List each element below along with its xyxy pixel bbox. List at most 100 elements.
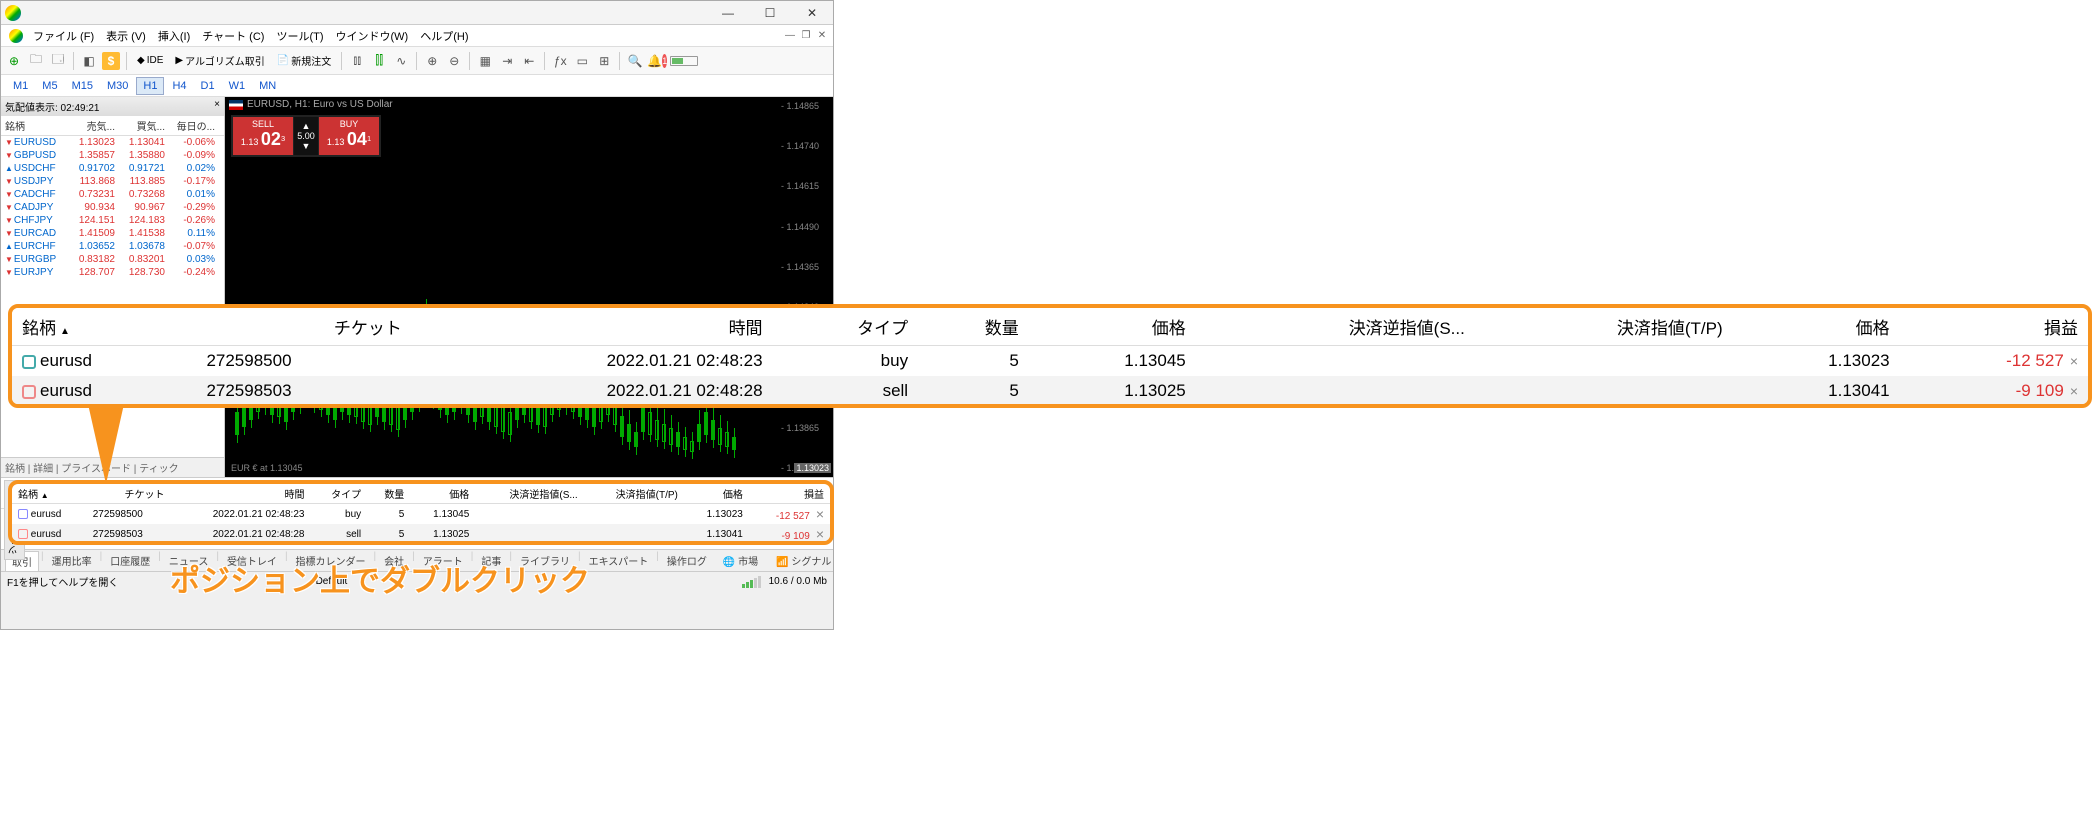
position-row[interactable]: eurusd2725985032022.01.21 02:48:28sell51… bbox=[12, 524, 830, 544]
menu-chart[interactable]: チャート (C) bbox=[196, 26, 270, 46]
positions-col-header[interactable]: 決済指値(T/P) bbox=[584, 484, 684, 504]
market-watch-close-icon[interactable]: × bbox=[214, 99, 220, 114]
tf-m1[interactable]: M1 bbox=[7, 78, 34, 94]
menu-file[interactable]: ファイル (F) bbox=[27, 26, 100, 46]
market-watch-row[interactable]: EURUSD1.130231.13041-0.06% bbox=[1, 136, 224, 149]
positions-col-header[interactable]: 損益 bbox=[1900, 308, 2088, 346]
tf-h1[interactable]: H1 bbox=[136, 77, 164, 95]
tf-m15[interactable]: M15 bbox=[66, 78, 99, 94]
positions-col-header[interactable]: 損益 bbox=[749, 484, 830, 504]
positions-col-header[interactable]: 数量 bbox=[918, 308, 1029, 346]
maximize-button[interactable]: ☐ bbox=[749, 1, 791, 25]
market-watch-row[interactable]: EURGBP0.831820.832010.03% bbox=[1, 253, 224, 266]
tf-mn[interactable]: MN bbox=[253, 78, 282, 94]
menu-help[interactable]: ヘルプ(H) bbox=[414, 26, 474, 46]
positions-col-header[interactable]: 時間 bbox=[170, 484, 310, 504]
mw-col-symbol[interactable]: 銘柄 bbox=[5, 118, 65, 133]
positions-col-header[interactable]: 数量 bbox=[367, 484, 410, 504]
search-icon[interactable]: 🔍 bbox=[626, 52, 644, 70]
close-position-icon[interactable]: × bbox=[816, 526, 824, 542]
positions-col-header[interactable]: チケット bbox=[87, 484, 171, 504]
buy-button[interactable]: BUY 1.13 041 bbox=[319, 117, 379, 155]
mw-col-ask[interactable]: 買気... bbox=[115, 118, 165, 133]
positions-col-header[interactable]: 価格 bbox=[684, 484, 749, 504]
zoom-out-icon[interactable]: ⊖ bbox=[445, 52, 463, 70]
terminal-tab-市場[interactable]: 🌐 市場 bbox=[717, 551, 764, 570]
positions-highlighted-box: 銘柄 ▲チケット時間タイプ数量価格決済逆指値(S...決済指値(T/P)価格損益… bbox=[8, 480, 834, 545]
folder-icon[interactable]: 🗀 bbox=[27, 52, 45, 70]
positions-col-header[interactable]: 決済逆指値(S... bbox=[1196, 308, 1475, 346]
dollar-icon[interactable]: $ bbox=[102, 52, 120, 70]
positions-col-header[interactable]: タイプ bbox=[310, 484, 367, 504]
positions-col-header[interactable]: 決済指値(T/P) bbox=[1475, 308, 1733, 346]
positions-col-header[interactable]: 銘柄 ▲ bbox=[12, 484, 87, 504]
templates-icon[interactable]: ▭ bbox=[573, 52, 591, 70]
market-watch-title: 気配値表示: 02:49:21 bbox=[5, 99, 99, 114]
market-watch-row[interactable]: EURJPY128.707128.730-0.24% bbox=[1, 266, 224, 279]
sell-button[interactable]: SELL 1.13 023 bbox=[233, 117, 293, 155]
positions-col-header[interactable]: 価格 bbox=[410, 484, 475, 504]
terminal-tab[interactable]: 口座履歴 bbox=[104, 551, 156, 571]
terminal-tab-シグナル[interactable]: 📶 シグナル bbox=[770, 551, 833, 570]
mw-col-daily[interactable]: 毎日の... bbox=[165, 118, 215, 133]
positions-col-header[interactable]: タイプ bbox=[773, 308, 919, 346]
candlestick-icon[interactable]: ⫿⫿ bbox=[370, 52, 388, 70]
market-watch-row[interactable]: CHFJPY124.151124.183-0.26% bbox=[1, 214, 224, 227]
positions-col-header[interactable]: 決済逆指値(S... bbox=[475, 484, 583, 504]
tf-m30[interactable]: M30 bbox=[101, 78, 134, 94]
terminal-tab[interactable]: 運用比率 bbox=[46, 551, 98, 571]
objects-icon[interactable]: ⊞ bbox=[595, 52, 613, 70]
lot-input[interactable]: ▲5.00▼ bbox=[294, 117, 318, 155]
market-watch-row[interactable]: EURCHF1.036521.03678-0.07% bbox=[1, 240, 224, 253]
menu-window[interactable]: ウインドウ(W) bbox=[330, 26, 415, 46]
chart-shift-icon[interactable]: ⇤ bbox=[520, 52, 538, 70]
line-chart-icon[interactable]: ∿ bbox=[392, 52, 410, 70]
algo-trading-button[interactable]: ▶ アルゴリズム取引 bbox=[171, 51, 268, 70]
tf-w1[interactable]: W1 bbox=[223, 78, 252, 94]
terminal-tab[interactable]: 操作ログ bbox=[661, 551, 713, 571]
autoscroll-icon[interactable]: ⇥ bbox=[498, 52, 516, 70]
chart-panel[interactable]: EURUSD, H1: Euro vs US Dollar SELL 1.13 … bbox=[225, 97, 833, 477]
positions-col-header[interactable]: 価格 bbox=[1733, 308, 1900, 346]
indicators-icon[interactable]: ƒx bbox=[551, 52, 569, 70]
market-watch-row[interactable]: CADCHF0.732310.732680.01% bbox=[1, 188, 224, 201]
menu-tools[interactable]: ツール(T) bbox=[270, 26, 329, 46]
tf-d1[interactable]: D1 bbox=[195, 78, 221, 94]
bell-icon[interactable]: 🔔1 bbox=[648, 52, 666, 70]
market-watch-row[interactable]: CADJPY90.93490.967-0.29% bbox=[1, 201, 224, 214]
market-watch-row[interactable]: GBPUSD1.358571.35880-0.09% bbox=[1, 149, 224, 162]
symbols-icon[interactable]: ◧ bbox=[80, 52, 98, 70]
menu-view[interactable]: 表示 (V) bbox=[100, 26, 152, 46]
positions-col-header[interactable]: 時間 bbox=[412, 308, 773, 346]
market-watch-row[interactable]: USDJPY113.868113.885-0.17% bbox=[1, 175, 224, 188]
terminal-tab[interactable]: エキスパート bbox=[583, 551, 655, 571]
positions-col-header[interactable]: チケット bbox=[196, 308, 411, 346]
zoom-in-icon[interactable]: ⊕ bbox=[423, 52, 441, 70]
positions-col-header[interactable]: 銘柄 bbox=[12, 308, 196, 346]
grid-icon[interactable]: ▦ bbox=[476, 52, 494, 70]
minimize-button[interactable]: — bbox=[707, 1, 749, 25]
positions-table-large: 銘柄チケット時間タイプ数量価格決済逆指値(S...決済指値(T/P)価格損益 e… bbox=[12, 308, 2088, 406]
position-row[interactable]: eurusd2725985002022.01.21 02:48:23buy51.… bbox=[12, 504, 830, 525]
market-watch-row[interactable]: USDCHF0.917020.917210.02% bbox=[1, 162, 224, 175]
menu-close-icon[interactable]: ✕ bbox=[815, 29, 829, 43]
position-row[interactable]: eurusd2725985002022.01.21 02:48:23buy51.… bbox=[12, 346, 2088, 377]
menu-restore-icon[interactable]: ❐ bbox=[799, 29, 813, 43]
tf-m5[interactable]: M5 bbox=[36, 78, 63, 94]
tf-h4[interactable]: H4 bbox=[166, 78, 192, 94]
menu-insert[interactable]: 挿入(I) bbox=[152, 26, 196, 46]
market-watch-row[interactable]: EURCAD1.415091.415380.11% bbox=[1, 227, 224, 240]
save-icon[interactable]: 🗔 bbox=[49, 52, 67, 70]
bar-chart-icon[interactable]: ⫾⫾ bbox=[348, 52, 366, 70]
position-row[interactable]: eurusd2725985032022.01.21 02:48:28sell51… bbox=[12, 376, 2088, 406]
close-position-icon[interactable]: × bbox=[2070, 383, 2078, 399]
close-position-icon[interactable]: × bbox=[2070, 353, 2078, 369]
menu-minimize-icon[interactable]: — bbox=[783, 29, 797, 43]
positions-col-header[interactable]: 価格 bbox=[1029, 308, 1196, 346]
mw-col-bid[interactable]: 売気... bbox=[65, 118, 115, 133]
close-position-icon[interactable]: × bbox=[816, 506, 824, 522]
new-order-button[interactable]: 📄 新規注文 bbox=[273, 51, 335, 70]
ide-button[interactable]: ◆ IDE bbox=[133, 53, 167, 68]
new-chart-icon[interactable]: ⊕ bbox=[5, 52, 23, 70]
close-button[interactable]: ✕ bbox=[791, 1, 833, 25]
